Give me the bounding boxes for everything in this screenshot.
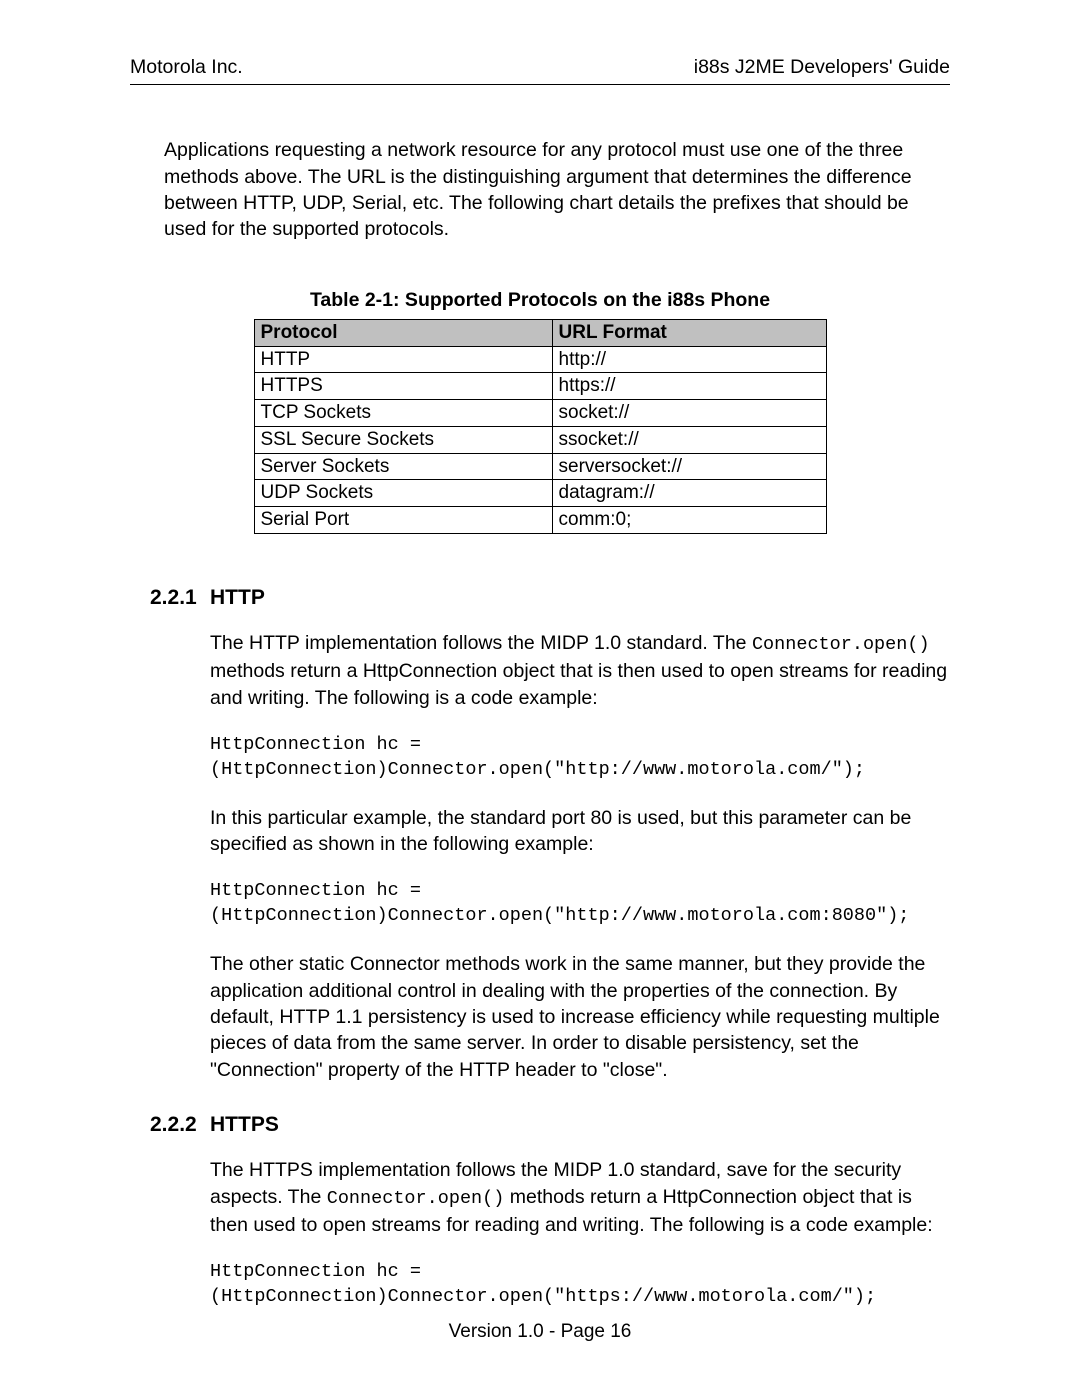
code-block: HttpConnection hc = (HttpConnection)Conn…: [210, 733, 950, 783]
section-number: 2.2.1: [150, 584, 210, 612]
table-header-cell: Protocol: [254, 319, 552, 346]
table-cell: SSL Secure Sockets: [254, 426, 552, 453]
inline-code: Connector.open(): [327, 1188, 505, 1209]
paragraph: The HTTP implementation follows the MIDP…: [210, 630, 950, 711]
table-cell: Server Sockets: [254, 453, 552, 480]
table-header-row: Protocol URL Format: [254, 319, 826, 346]
code-block: HttpConnection hc = (HttpConnection)Conn…: [210, 879, 950, 929]
header-right: i88s J2ME Developers' Guide: [694, 54, 950, 80]
protocols-table: Protocol URL Format HTTP http:// HTTPS h…: [254, 319, 827, 534]
table-row: HTTP http://: [254, 346, 826, 373]
table-cell: datagram://: [552, 480, 826, 507]
header-left: Motorola Inc.: [130, 54, 243, 80]
table-cell: comm:0;: [552, 507, 826, 534]
section-number: 2.2.2: [150, 1111, 210, 1139]
table-cell: TCP Sockets: [254, 400, 552, 427]
table-row: TCP Sockets socket://: [254, 400, 826, 427]
section-title: HTTP: [210, 584, 265, 612]
page-header: Motorola Inc. i88s J2ME Developers' Guid…: [130, 54, 950, 85]
page-footer: Version 1.0 - Page 16: [0, 1319, 1080, 1345]
code-block: HttpConnection hc = (HttpConnection)Conn…: [210, 1260, 950, 1310]
section-heading: 2.2.2 HTTPS: [150, 1111, 950, 1139]
table-header-cell: URL Format: [552, 319, 826, 346]
table-cell: https://: [552, 373, 826, 400]
table-row: SSL Secure Sockets ssocket://: [254, 426, 826, 453]
table-cell: socket://: [552, 400, 826, 427]
table-row: HTTPS https://: [254, 373, 826, 400]
paragraph-text: methods return a HttpConnection object t…: [210, 660, 947, 708]
table-caption: Table 2-1: Supported Protocols on the i8…: [130, 287, 950, 313]
table-row: Server Sockets serversocket://: [254, 453, 826, 480]
table-cell: HTTPS: [254, 373, 552, 400]
paragraph: In this particular example, the standard…: [210, 805, 950, 858]
table-cell: Serial Port: [254, 507, 552, 534]
section-body: The HTTP implementation follows the MIDP…: [210, 630, 950, 1083]
table-cell: HTTP: [254, 346, 552, 373]
paragraph-text: The HTTP implementation follows the MIDP…: [210, 632, 752, 654]
section-body: The HTTPS implementation follows the MID…: [210, 1157, 950, 1310]
section-https: 2.2.2 HTTPS The HTTPS implementation fol…: [150, 1111, 950, 1310]
table-row: UDP Sockets datagram://: [254, 480, 826, 507]
section-heading: 2.2.1 HTTP: [150, 584, 950, 612]
table-row: Serial Port comm:0;: [254, 507, 826, 534]
section-title: HTTPS: [210, 1111, 279, 1139]
inline-code: Connector.open(): [752, 634, 930, 655]
intro-paragraph: Applications requesting a network resour…: [164, 137, 950, 242]
paragraph: The other static Connector methods work …: [210, 951, 950, 1083]
table-cell: serversocket://: [552, 453, 826, 480]
section-http: 2.2.1 HTTP The HTTP implementation follo…: [150, 584, 950, 1083]
table-cell: UDP Sockets: [254, 480, 552, 507]
paragraph: The HTTPS implementation follows the MID…: [210, 1157, 950, 1238]
table-cell: ssocket://: [552, 426, 826, 453]
table-cell: http://: [552, 346, 826, 373]
